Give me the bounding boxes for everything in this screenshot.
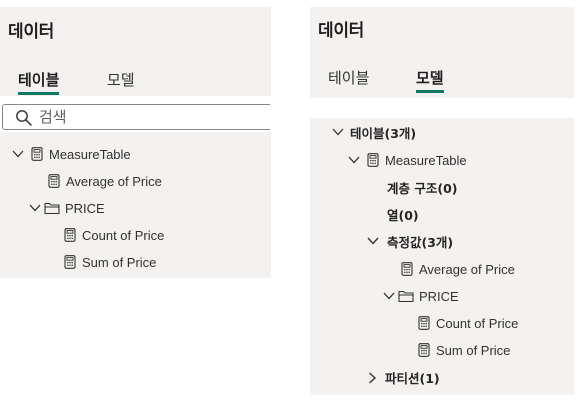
left-field-tree: MeasureTable Average of Price PRICE Coun… <box>0 132 271 278</box>
calculator-icon <box>400 262 414 276</box>
tree-measure-average-of-price[interactable]: Average of Price <box>47 171 162 191</box>
folder-icon <box>398 289 414 303</box>
tree-label: Sum of Price <box>436 342 511 358</box>
chevron-down-icon[interactable] <box>29 203 41 213</box>
tree-partitions-node[interactable]: 파티션(1) <box>367 367 440 387</box>
tree-label: 테이블(3개) <box>350 125 417 141</box>
tree-label: Average of Price <box>66 173 162 189</box>
tree-table-measuretable[interactable]: MeasureTable <box>348 150 467 170</box>
calculator-icon <box>30 147 44 161</box>
chevron-down-icon[interactable] <box>383 291 395 301</box>
tree-measure-count-of-price[interactable]: Count of Price <box>417 313 518 333</box>
tree-measure-average-of-price[interactable]: Average of Price <box>400 259 515 279</box>
tree-label: 계층 구조(0) <box>387 180 458 196</box>
tree-folder-price[interactable]: PRICE <box>29 198 105 218</box>
tree-label: Average of Price <box>419 261 515 277</box>
tree-label: PRICE <box>65 200 105 216</box>
calculator-icon <box>63 228 77 242</box>
tree-hierarchies-node[interactable]: 계층 구조(0) <box>387 177 457 197</box>
calculator-icon <box>47 174 61 188</box>
tree-label: MeasureTable <box>385 152 467 168</box>
tree-folder-price[interactable]: PRICE <box>383 286 459 306</box>
calculator-icon <box>63 255 77 269</box>
tree-label: 열(0) <box>387 207 419 223</box>
tree-measure-sum-of-price[interactable]: Sum of Price <box>63 252 156 272</box>
tree-label: Count of Price <box>436 315 519 331</box>
chevron-down-icon[interactable] <box>348 155 360 165</box>
calculator-icon <box>417 343 431 357</box>
search-box <box>2 104 270 130</box>
tree-measure-count-of-price[interactable]: Count of Price <box>63 225 164 245</box>
tree-label: PRICE <box>419 288 459 304</box>
folder-icon <box>44 201 60 215</box>
tree-table-measuretable[interactable]: MeasureTable <box>12 144 131 164</box>
search-input[interactable] <box>39 107 259 127</box>
tree-measure-sum-of-price[interactable]: Sum of Price <box>417 340 510 360</box>
left-data-pane-header: 데이터 테이블 모델 <box>0 7 271 96</box>
right-model-tree: 테이블(3개) MeasureTable 계층 구조(0) 열(0) 측정값(3… <box>310 118 574 395</box>
tree-tables-node[interactable]: 테이블(3개) <box>332 122 416 142</box>
pane-title: 데이터 <box>8 22 55 42</box>
chevron-down-icon[interactable] <box>367 236 379 246</box>
right-data-pane-header: 데이터 테이블 모델 <box>310 7 574 98</box>
chevron-right-icon[interactable] <box>367 372 377 384</box>
chevron-down-icon[interactable] <box>12 149 24 159</box>
search-icon <box>15 109 33 132</box>
chevron-down-icon[interactable] <box>332 127 344 137</box>
tree-label: MeasureTable <box>49 146 131 162</box>
tree-measures-node[interactable]: 측정값(3개) <box>367 231 453 251</box>
calculator-icon <box>366 153 380 167</box>
tab-tables[interactable]: 테이블 <box>328 67 369 88</box>
tab-model[interactable]: 모델 <box>107 69 135 90</box>
calculator-icon <box>417 316 431 330</box>
tree-label: 파티션(1) <box>385 370 440 386</box>
tree-label: 측정값(3개) <box>387 234 454 250</box>
tree-columns-node[interactable]: 열(0) <box>387 204 419 224</box>
tree-label: Count of Price <box>82 227 165 243</box>
pane-title: 데이터 <box>318 21 365 41</box>
tree-label: Sum of Price <box>82 254 157 270</box>
tab-tables[interactable]: 테이블 <box>18 69 60 95</box>
tab-model[interactable]: 모델 <box>416 67 444 93</box>
